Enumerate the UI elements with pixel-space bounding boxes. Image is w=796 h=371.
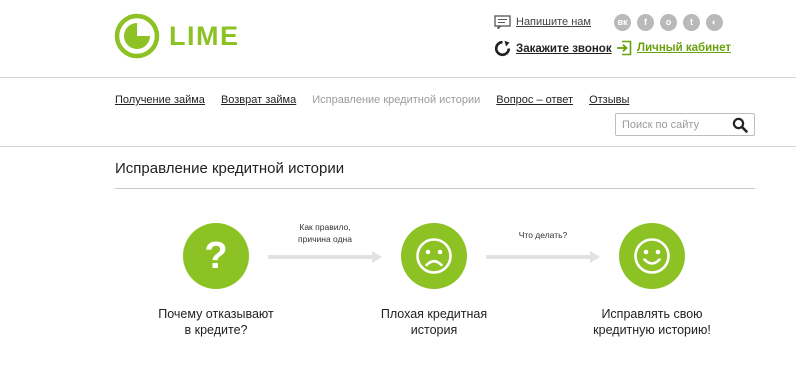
happy-face-icon bbox=[634, 238, 670, 274]
lime-logo-icon bbox=[114, 13, 160, 59]
write-us-link[interactable]: Напишите нам bbox=[494, 15, 591, 29]
arrow-right-icon bbox=[268, 251, 382, 263]
facebook-icon[interactable]: f bbox=[637, 14, 654, 31]
step-1-circle: ? bbox=[183, 223, 249, 289]
arrow-2-label: Что делать? bbox=[486, 229, 600, 241]
sad-face-icon bbox=[416, 238, 452, 274]
callback-icon bbox=[494, 40, 511, 57]
question-icon: ? bbox=[204, 235, 228, 277]
arrow-1-label-line1: Как правило, bbox=[299, 222, 351, 232]
arrow-1-label-line2: причина одна bbox=[298, 234, 352, 244]
step-3-circle bbox=[619, 223, 685, 289]
step-1-label-line2: в кредите? bbox=[184, 323, 248, 337]
personal-cabinet-link[interactable]: Личный кабинет bbox=[616, 40, 731, 56]
nav-item-get-loan[interactable]: Получение займа bbox=[115, 94, 205, 106]
step-1-label-line1: Почему отказывают bbox=[158, 307, 274, 321]
search-input[interactable] bbox=[616, 114, 728, 135]
order-call-link[interactable]: Закажите звонок bbox=[494, 40, 612, 57]
arrow-right-icon bbox=[486, 251, 600, 263]
step-2-label: Плохая кредитная история bbox=[344, 306, 524, 338]
nav-item-reviews[interactable]: Отзывы bbox=[589, 94, 629, 106]
step-2-label-line2: история bbox=[410, 323, 458, 337]
other-social-icon[interactable]: ◐ bbox=[706, 14, 723, 31]
step-3-label-line1: Исправлять свою bbox=[601, 307, 703, 321]
nav-item-repay-loan[interactable]: Возврат займа bbox=[221, 94, 296, 106]
nav-divider bbox=[0, 146, 796, 147]
lime-logo[interactable]: LIME bbox=[114, 13, 240, 59]
login-icon bbox=[617, 40, 632, 56]
social-links: вк f о t ◐ bbox=[614, 14, 729, 31]
vk-icon[interactable]: вк bbox=[614, 14, 631, 31]
step-3-label-line2: кредитную историю! bbox=[593, 323, 711, 337]
order-call-label: Закажите звонок bbox=[516, 42, 612, 55]
step-1-label: Почему отказывают в кредите? bbox=[126, 306, 306, 338]
step-2-circle bbox=[401, 223, 467, 289]
logo-text: LIME bbox=[169, 21, 240, 51]
site-search bbox=[615, 113, 755, 136]
header-divider bbox=[0, 77, 796, 78]
odnoklassniki-icon[interactable]: о bbox=[660, 14, 677, 31]
main-nav: Получение займа Возврат займа Исправлени… bbox=[115, 94, 645, 106]
arrow-1-label: Как правило, причина одна bbox=[268, 221, 382, 245]
write-us-label: Напишите нам bbox=[516, 16, 591, 28]
page-title: Исправление кредитной истории bbox=[115, 160, 345, 177]
nav-item-faq[interactable]: Вопрос – ответ bbox=[496, 94, 573, 106]
step-2-label-line1: Плохая кредитная bbox=[380, 307, 488, 321]
title-underline bbox=[115, 188, 755, 189]
search-icon[interactable] bbox=[732, 117, 748, 133]
arrow-2-label-line1: Что делать? bbox=[518, 230, 568, 240]
twitter-icon[interactable]: t bbox=[683, 14, 700, 31]
message-icon bbox=[494, 15, 511, 29]
step-3-label: Исправлять свою кредитную историю! bbox=[562, 306, 742, 338]
nav-item-credit-history[interactable]: Исправление кредитной истории bbox=[312, 94, 480, 106]
personal-cabinet-label: Личный кабинет bbox=[637, 42, 731, 54]
